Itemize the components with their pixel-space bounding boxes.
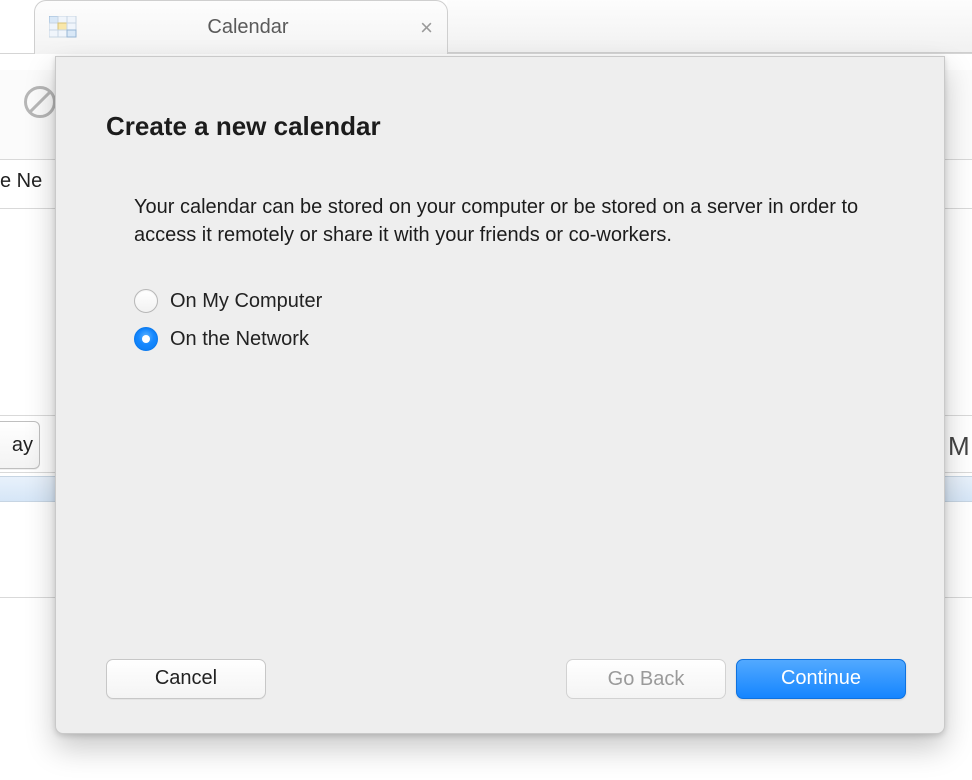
tab-title: Calendar [49, 16, 447, 39]
right-edge-text-fragment: M [948, 424, 972, 468]
radio-label: On the Network [170, 328, 309, 351]
go-back-button: Go Back [566, 659, 726, 699]
today-button-fragment[interactable]: ay [0, 421, 40, 469]
dialog-button-row: Cancel Go Back Continue [56, 659, 944, 701]
tab-calendar[interactable]: Calendar × [34, 0, 448, 54]
close-icon[interactable]: × [420, 15, 433, 41]
continue-button[interactable]: Continue [736, 659, 906, 699]
tab-bar: Calendar × [0, 0, 972, 54]
dialog-title: Create a new calendar [106, 111, 381, 142]
blocked-icon [24, 86, 56, 118]
tab-bar-remainder [447, 0, 972, 53]
new-calendar-dialog: Create a new calendar Your calendar can … [55, 56, 945, 734]
sidebar-peek-text: e Ne [0, 170, 42, 193]
radio-on-my-computer[interactable]: On My Computer [134, 289, 322, 313]
radio-on-the-network[interactable]: On the Network [134, 327, 322, 351]
dialog-description: Your calendar can be stored on your comp… [134, 193, 874, 249]
radio-button-icon [134, 289, 158, 313]
storage-location-radio-group: On My Computer On the Network [134, 289, 322, 365]
radio-label: On My Computer [170, 290, 322, 313]
cancel-button[interactable]: Cancel [106, 659, 266, 699]
radio-button-icon [134, 327, 158, 351]
